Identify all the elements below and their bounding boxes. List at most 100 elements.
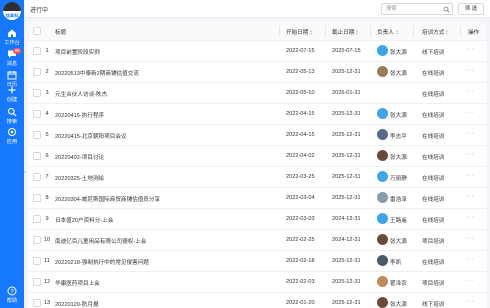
column-divider <box>460 26 461 37</box>
start-date: 2022-04-02 <box>286 153 315 159</box>
row-number: 5 <box>45 132 49 138</box>
task-title[interactable]: 华康医药项目上会 <box>55 279 100 287</box>
start-date: 2022-07-15 <box>286 48 315 54</box>
column-divider <box>370 26 371 37</box>
task-table: 标题 开始日期 截止日期 负责人 培训方式 操作 1 项目前置阶段实例 2022-0… <box>28 22 487 308</box>
table-row[interactable]: 5 20220415-北京朝阳项目会议 2022-04-15 2025-12-31 李志… <box>28 125 487 146</box>
task-title[interactable]: 20220415-执行程序 <box>55 111 104 119</box>
sort-icon[interactable] <box>395 30 399 35</box>
table-row[interactable]: 13 20220120-防月报 2022-01-20 2025-12-31 张大源 线下培… <box>28 293 487 308</box>
sidebar-item-search[interactable]: 搜索 <box>0 106 24 128</box>
more-actions-icon[interactable]: ··· <box>466 151 475 158</box>
more-actions-icon[interactable]: ··· <box>466 67 475 74</box>
owner-name: 翟泽农 <box>390 281 407 287</box>
sort-icon[interactable] <box>446 30 449 35</box>
search-box[interactable] <box>381 3 453 15</box>
more-actions-icon[interactable]: ··· <box>466 298 475 305</box>
table-row[interactable]: 11 20220218-强制执行中的常见侵害问题 2022-02-18 2025-12… <box>28 251 487 272</box>
top-bar: 进行中 筛 选 <box>24 0 490 18</box>
column-header-training-mode[interactable]: 培训方式 <box>422 28 449 36</box>
avatar <box>377 234 388 245</box>
table-row[interactable]: 4 20220415-执行程序 2022-04-15 2025-12-31 张大源 在线培… <box>28 104 487 125</box>
task-title[interactable]: 20220415-北京朝阳项目会议 <box>55 132 127 140</box>
avatar <box>377 213 388 224</box>
start-date: 2022-02-25 <box>286 237 315 243</box>
sort-icon[interactable] <box>310 30 313 35</box>
column-header-title[interactable]: 标题 <box>55 28 66 36</box>
filter-button[interactable]: 筛 选 <box>458 3 484 15</box>
more-actions-icon[interactable]: ··· <box>466 235 475 242</box>
select-all-checkbox[interactable] <box>33 27 41 35</box>
end-date: 2025-12-31 <box>332 132 361 138</box>
more-actions-icon[interactable]: ··· <box>466 256 475 263</box>
more-actions-icon[interactable]: ··· <box>466 109 475 116</box>
owner-name: 张大源 <box>390 71 407 77</box>
task-title[interactable]: 20220120-防月报 <box>55 300 99 308</box>
more-actions-icon[interactable]: ··· <box>466 88 475 95</box>
column-header-end-date[interactable]: 截止日期 <box>332 28 359 36</box>
sidebar-item-label: 搜索 <box>6 119 18 125</box>
column-header-start-date[interactable]: 开始日期 <box>286 28 313 36</box>
more-actions-icon[interactable]: ··· <box>466 172 475 179</box>
start-date: 2022-03-04 <box>286 195 315 201</box>
table-row[interactable]: 6 20220402-项目讨论 2022-04-02 2025-12-31 张大源 在线培… <box>28 146 487 167</box>
table-row[interactable]: 12 华康医药项目上会 2022-02-03 2025-12-31 翟泽农 项目培训 ··· <box>28 272 487 293</box>
calendar-icon <box>7 71 17 80</box>
search-icon[interactable] <box>443 6 450 13</box>
start-date: 2022-02-18 <box>286 258 315 264</box>
table-row[interactable]: 8 20220304-威尼斯国际商贸商铺估值员分享 2022-03-04 2025-1… <box>28 188 487 209</box>
task-title[interactable]: 日本盛20户资料分-上会 <box>55 216 113 224</box>
more-actions-icon[interactable]: ··· <box>466 130 475 137</box>
column-header-actions: 操作 <box>468 30 480 36</box>
logo-text: 钛其科 <box>5 13 19 18</box>
sidebar-item-label: 帮助 <box>6 298 18 304</box>
table-row[interactable]: 9 日本盛20户资料分-上会 2022-03-03 2024-12-31 王路遥 在线培训… <box>28 209 487 230</box>
row-number: 6 <box>45 153 49 159</box>
end-date: 2025-12-31 <box>332 279 361 285</box>
start-date: 2022-03-25 <box>286 174 315 180</box>
task-title[interactable]: 20220218-强制执行中的常见侵害问题 <box>55 258 149 266</box>
task-title[interactable]: 项目前置阶段实例 <box>55 48 100 56</box>
training-mode: 线下培训 <box>422 50 445 56</box>
end-date: 2025-07-15 <box>332 48 361 54</box>
table-row[interactable]: 2 20220513中泰新2期商铺估值交流 2022-05-13 2025-12-31… <box>28 62 487 83</box>
table-row[interactable]: 10 南迪亿百儿童用品有限公司德权-上会 2022-02-25 2024-12-31 张… <box>28 230 487 251</box>
table-row[interactable]: 3 元生合伙人访谈-陈杰 2022-05-10 2026-01-31 在线培训 ··· <box>28 83 487 104</box>
task-title[interactable]: 20220513中泰新2期商铺估值交流 <box>55 69 139 77</box>
column-label: 开始日期 <box>286 30 309 36</box>
sidebar-item-messages[interactable]: 99 消息 <box>0 48 24 70</box>
more-actions-icon[interactable]: ··· <box>466 214 475 221</box>
row-number: 10 <box>43 237 51 243</box>
avatar <box>377 129 388 140</box>
table-row[interactable]: 1 项目前置阶段实例 2022-07-15 2025-07-15 张大源 线下培训 ··· <box>28 41 487 62</box>
more-actions-icon[interactable]: ··· <box>466 277 475 284</box>
end-date: 2025-12-31 <box>332 258 361 264</box>
sidebar-item-workbench[interactable]: 工作台 <box>0 27 24 49</box>
sort-icon[interactable] <box>356 30 359 35</box>
page-title: 进行中 <box>30 8 49 14</box>
training-mode: 项目培训 <box>422 281 445 287</box>
owner-name: 张大源 <box>390 302 407 308</box>
training-mode: 在线培训 <box>422 218 445 224</box>
row-number: 8 <box>45 195 49 201</box>
sidebar-item-apps[interactable]: 应用 <box>0 126 24 148</box>
task-title[interactable]: 20220304-威尼斯国际商贸商铺估值员分享 <box>55 195 160 203</box>
column-header-owner[interactable]: 负责人 <box>377 28 399 36</box>
search-input[interactable] <box>382 4 442 14</box>
table-row[interactable]: 7 20220325-土地测绘 2022-03-25 2025-12-31 万丽静 在线培… <box>28 167 487 188</box>
task-title[interactable]: 南迪亿百儿童用品有限公司德权-上会 <box>55 237 146 245</box>
end-date: 2024-12-31 <box>332 237 361 243</box>
app-logo[interactable]: 钛其科 <box>3 2 21 20</box>
task-title[interactable]: 元生合伙人访谈-陈杰 <box>55 90 107 98</box>
row-number: 11 <box>44 258 50 264</box>
more-actions-icon[interactable]: ··· <box>466 46 475 53</box>
task-title[interactable]: 20220325-土地测绘 <box>55 174 104 182</box>
sidebar-item-help[interactable]: ? 帮助 <box>0 285 24 307</box>
training-mode: 在线培训 <box>422 260 445 266</box>
more-actions-icon[interactable]: ··· <box>466 193 475 200</box>
column-divider <box>279 26 280 37</box>
sidebar-item-create[interactable]: 创建 <box>0 84 24 106</box>
task-title[interactable]: 20220402-项目讨论 <box>55 153 104 161</box>
start-date: 2022-04-15 <box>286 132 315 138</box>
home-icon <box>8 29 16 37</box>
